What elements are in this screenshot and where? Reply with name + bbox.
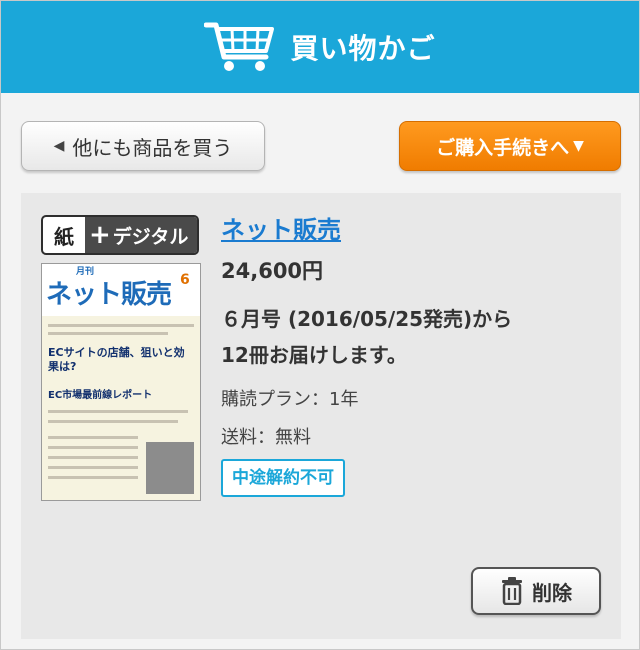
cover-headline: ECサイトの店舗、狙いと効果は?	[48, 346, 185, 373]
cover-subheadline: EC市場最前線レポート	[48, 390, 153, 401]
delivery-info: ６月号 (2016/05/25発売)から 12冊お届けします。	[221, 301, 611, 373]
shipping-fee: 送料：無料	[221, 427, 311, 448]
magazine-cover-image[interactable]: 月刊 ネット販売 6 ECサイトの店舗、狙いと効果は? EC市場最前線レポート	[41, 263, 201, 501]
delete-button[interactable]: 削除	[471, 567, 601, 615]
no-cancellation-tag: 中途解約不可	[221, 459, 345, 497]
product-name-link[interactable]: ネット販売	[221, 213, 341, 247]
badge-digital: + デジタル	[85, 217, 197, 253]
trash-icon	[502, 577, 522, 605]
item-info: ネット販売 24,600円 ６月号 (2016/05/25発売)から 12冊お届…	[221, 213, 611, 497]
cart-item-card: 紙 + デジタル 月刊 ネット販売 6 ECサイトの店舗、狙いと効果は? EC市…	[21, 193, 621, 639]
continue-shopping-button[interactable]: ◀ 他にも商品を買う	[21, 121, 265, 171]
delete-label: 削除	[532, 580, 572, 605]
cover-photo	[146, 442, 194, 494]
paper-plus-digital-badge: 紙 + デジタル	[41, 215, 199, 255]
page-title: 買い物かご	[290, 32, 436, 65]
continue-shopping-label: 他にも商品を買う	[72, 135, 233, 160]
cover-text-line	[48, 410, 188, 413]
shopping-cart-icon	[204, 22, 275, 71]
cart-page: 買い物かご ◀ 他にも商品を買う ご購入手続きへ ▼ 紙 + デジタル 月刊 ネ…	[0, 0, 640, 650]
plus-icon: +	[89, 220, 111, 250]
cover-text-line	[48, 436, 138, 439]
cover-text-line	[48, 456, 138, 459]
cover-issue-number: 6	[180, 272, 190, 288]
delivery-start: ６月号 (2016/05/25発売)から	[221, 307, 513, 331]
checkout-button[interactable]: ご購入手続きへ ▼	[399, 121, 621, 171]
cover-text-line	[48, 324, 194, 327]
checkout-label: ご購入手続きへ	[436, 136, 570, 159]
badge-digital-label: デジタル	[112, 225, 189, 248]
header-bar: 買い物かご	[1, 1, 639, 93]
cover-text-line	[48, 332, 168, 335]
back-arrow-icon: ◀	[53, 138, 65, 154]
subscription-plan: 購読プラン：1年	[221, 389, 359, 410]
chevron-down-icon: ▼	[573, 138, 584, 154]
cover-text-line	[48, 466, 138, 469]
badge-paper-label: 紙	[54, 224, 74, 249]
product-price: 24,600円	[221, 259, 324, 283]
cover-text-line	[48, 420, 178, 423]
delivery-count: 12冊お届けします。	[221, 343, 407, 367]
cover-masthead: ネット販売	[46, 280, 172, 310]
cover-text-line	[48, 446, 138, 449]
cover-text-line	[48, 476, 138, 479]
